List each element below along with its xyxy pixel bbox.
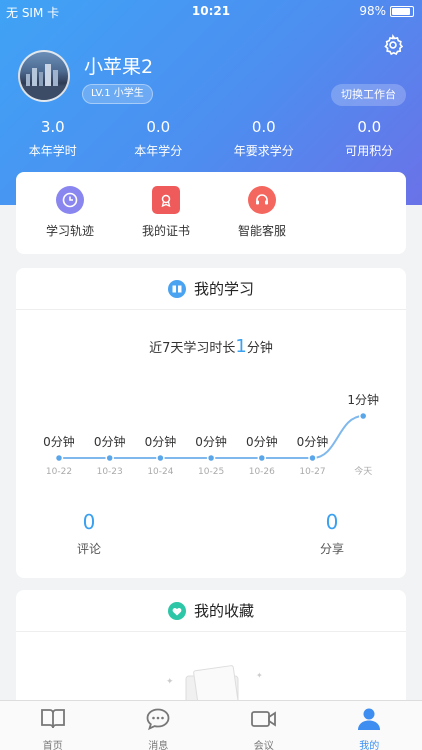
tab-label: 消息 xyxy=(148,741,169,750)
tab-home[interactable]: 首页 xyxy=(0,701,106,750)
battery-percent: 98% xyxy=(359,4,386,18)
my-certificate-button[interactable]: 我的证书 xyxy=(118,172,214,254)
stat-points[interactable]: 0.0 可用积分 xyxy=(317,118,422,159)
study-track-button[interactable]: 学习轨迹 xyxy=(22,172,118,254)
stat-value: 0.0 xyxy=(146,118,171,136)
smart-service-button[interactable]: 智能客服 xyxy=(214,172,310,254)
message-icon xyxy=(146,708,170,731)
headset-icon xyxy=(248,186,276,214)
action-label: 智能客服 xyxy=(237,224,286,238)
data-point xyxy=(257,453,267,463)
section-title: 我的收藏 xyxy=(193,602,254,620)
data-point xyxy=(105,453,114,463)
stat-value: 0.0 xyxy=(357,118,382,136)
summary-prefix: 近7天学习时长 xyxy=(149,341,236,356)
data-point xyxy=(308,453,317,463)
tab-label: 会议 xyxy=(253,741,274,750)
heart-icon xyxy=(167,601,186,620)
data-label: 0分钟 xyxy=(94,434,126,449)
study-line-chart: 0分钟 10-22 0分钟 10-23 0分钟 10-24 0分钟 10-25 0分钟 10-26… xyxy=(43,392,379,477)
svg-text:✦: ✦ xyxy=(256,671,263,680)
shares-label: 分享 xyxy=(319,542,344,556)
x-tick-label: 10-24 xyxy=(147,467,173,477)
user-icon xyxy=(358,708,381,730)
stat-label: 本年学时 xyxy=(28,144,77,158)
comments-metric[interactable]: 0 评论 xyxy=(39,510,139,557)
data-label: 0分钟 xyxy=(195,434,227,449)
quick-actions-card: 学习轨迹 我的证书 智能客服 xyxy=(16,172,406,254)
open-book-icon xyxy=(167,279,186,298)
level-badge: LV.1 小学生 xyxy=(82,84,153,104)
study-section-header: 我的学习 xyxy=(16,268,406,310)
stat-credits[interactable]: 0.0 本年学分 xyxy=(106,118,212,159)
tab-me[interactable]: 我的 xyxy=(317,701,422,750)
summary-unit: 分钟 xyxy=(246,341,273,356)
favorites-section-header: 我的收藏 xyxy=(16,590,406,632)
video-icon xyxy=(250,711,276,727)
tab-label: 首页 xyxy=(42,741,63,750)
my-study-card: 我的学习 近7天学习时长1分钟 0分钟 10-22 0分钟 10-23 0分钟 10-24… xyxy=(16,268,406,578)
x-tick-label: 10-27 xyxy=(299,467,325,477)
status-bar: 无 SIM 卡 10:21 98% xyxy=(0,0,422,22)
book-icon xyxy=(40,709,65,729)
switch-workspace-button[interactable]: 切换工作台 xyxy=(331,84,406,106)
stat-label: 年要求学分 xyxy=(233,144,294,158)
svg-text:✦: ✦ xyxy=(166,677,174,687)
tab-label: 我的 xyxy=(359,741,380,750)
stats-row: 3.0 本年学时 0.0 本年学分 0.0 年要求学分 0.0 可用积分 xyxy=(0,118,422,159)
study-summary: 近7天学习时长1分钟 xyxy=(16,336,406,357)
summary-value: 1 xyxy=(235,336,247,357)
data-point xyxy=(358,411,368,421)
data-label: 0分钟 xyxy=(43,434,75,449)
section-title: 我的学习 xyxy=(193,280,254,298)
tab-messages[interactable]: 消息 xyxy=(106,701,212,750)
clock-icon xyxy=(56,186,84,214)
tab-meetings[interactable]: 会议 xyxy=(211,701,317,750)
data-point xyxy=(156,453,165,463)
x-tick-label: 今天 xyxy=(354,465,372,477)
comments-count: 0 xyxy=(82,510,96,534)
battery-icon xyxy=(390,5,414,17)
x-tick-label: 10-26 xyxy=(249,467,275,477)
data-label: 0分钟 xyxy=(297,434,329,449)
stat-value: 3.0 xyxy=(40,118,65,136)
stat-hours[interactable]: 3.0 本年学时 xyxy=(0,118,106,159)
stat-label: 本年学分 xyxy=(134,144,183,158)
action-label: 我的证书 xyxy=(141,224,190,238)
x-tick-label: 10-23 xyxy=(97,467,123,477)
data-label: 1分钟 xyxy=(347,392,379,407)
certificate-icon xyxy=(152,186,180,214)
x-tick-label: 10-22 xyxy=(46,467,72,477)
action-label: 学习轨迹 xyxy=(45,224,94,238)
stat-required-credits[interactable]: 0.0 年要求学分 xyxy=(211,118,317,159)
tab-bar: 首页 消息 会议 我的 xyxy=(0,700,422,750)
comments-label: 评论 xyxy=(76,542,101,556)
username: 小苹果2 xyxy=(84,56,154,78)
stat-value: 0.0 xyxy=(251,118,276,136)
avatar-image xyxy=(20,64,68,100)
shares-metric[interactable]: 0 分享 xyxy=(282,510,382,557)
stat-label: 可用积分 xyxy=(345,144,394,158)
data-point xyxy=(206,453,216,463)
shares-count: 0 xyxy=(325,510,339,534)
avatar[interactable] xyxy=(18,50,70,102)
x-tick-label: 10-25 xyxy=(198,467,224,477)
data-point xyxy=(54,453,64,463)
data-label: 0分钟 xyxy=(246,434,278,449)
gear-icon[interactable] xyxy=(382,34,404,56)
data-label: 0分钟 xyxy=(145,434,177,449)
